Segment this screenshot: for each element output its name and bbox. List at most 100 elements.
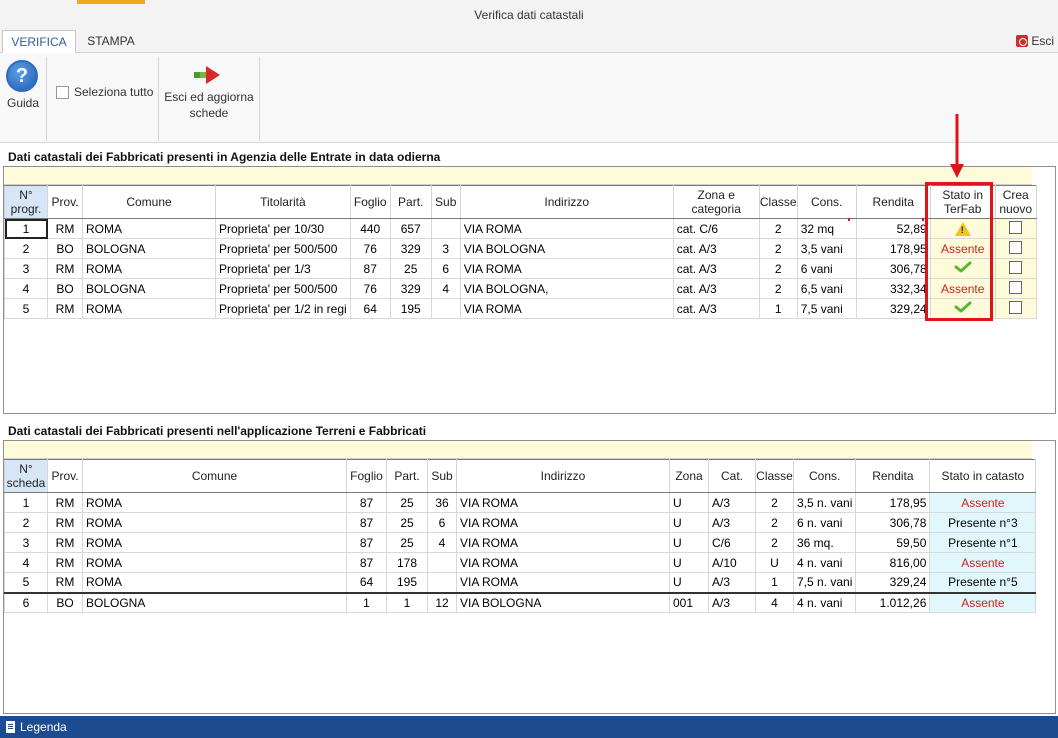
crea-nuovo-checkbox[interactable] bbox=[1009, 300, 1023, 314]
table-cell[interactable]: 1 bbox=[346, 592, 387, 613]
table-cell[interactable]: 3 bbox=[4, 258, 48, 279]
table-row[interactable]: 5 RM ROMA 64 195 VIA ROMA U A/3 1 7,5 n. vani 329,… bbox=[4, 572, 1037, 593]
crea-nuovo-checkbox[interactable] bbox=[1009, 280, 1023, 294]
table-cell[interactable]: 5 bbox=[4, 298, 48, 319]
table-row[interactable]: 5 RM ROMA Proprieta' per 1/2 in regi 64 195 VI… bbox=[4, 298, 1037, 319]
table-cell[interactable]: U bbox=[669, 532, 709, 553]
table-cell[interactable]: 1 bbox=[758, 298, 798, 319]
crea-nuovo-checkbox[interactable] bbox=[1009, 220, 1023, 234]
column-header[interactable]: Foglio bbox=[346, 459, 387, 493]
table-cell[interactable]: RM bbox=[47, 492, 83, 513]
table-cell[interactable]: 1 bbox=[386, 592, 428, 613]
table-cell[interactable]: VIA ROMA bbox=[459, 298, 674, 319]
table-row[interactable]: 1 RM ROMA Proprieta' per 10/30 440 657 VIA ROM… bbox=[4, 218, 1037, 239]
table-cell[interactable]: 2 bbox=[4, 238, 48, 259]
column-header[interactable]: Prov. bbox=[47, 185, 83, 219]
select-all-checkbox[interactable]: Seleziona tutto bbox=[56, 85, 153, 99]
table-cell[interactable]: ROMA bbox=[82, 492, 347, 513]
table-cell[interactable]: 4 bbox=[427, 532, 457, 553]
table-cell[interactable]: Proprieta' per 1/3 bbox=[215, 258, 351, 279]
table-cell[interactable]: VIA BOLOGNA bbox=[459, 238, 674, 259]
tab-verifica[interactable]: VERIFICA bbox=[2, 30, 76, 53]
table-cell[interactable]: ROMA bbox=[82, 532, 347, 553]
table-cell[interactable]: 306,78 bbox=[855, 258, 931, 279]
table-cell[interactable]: ROMA bbox=[82, 512, 347, 533]
table-cell[interactable]: 87 bbox=[346, 532, 387, 553]
table-cell[interactable]: VIA BOLOGNA, bbox=[459, 278, 674, 299]
table-cell[interactable]: A/3 bbox=[708, 592, 756, 613]
table-cell[interactable]: 4 bbox=[4, 552, 48, 573]
table-cell[interactable]: 25 bbox=[386, 512, 428, 533]
table-cell[interactable] bbox=[427, 552, 457, 573]
exit-button[interactable]: Esci bbox=[1016, 34, 1054, 48]
table-cell[interactable]: BO bbox=[47, 592, 83, 613]
crea-nuovo-checkbox[interactable] bbox=[1009, 260, 1023, 274]
table-cell[interactable]: 306,78 bbox=[855, 512, 931, 533]
table-row[interactable]: 2 RM ROMA 87 25 6 VIA ROMA U A/3 2 6 n. vani 306,78… bbox=[4, 512, 1037, 533]
table-cell[interactable]: 3 bbox=[430, 238, 461, 259]
table-cell[interactable]: 6 vani bbox=[796, 258, 857, 279]
table-cell[interactable]: 6 bbox=[4, 592, 48, 613]
table-cell[interactable]: A/3 bbox=[708, 572, 756, 593]
table-row[interactable]: 2 BO BOLOGNA Proprieta' per 500/500 76 329 3 VI… bbox=[4, 238, 1037, 259]
legend-button[interactable]: Legenda bbox=[20, 720, 67, 734]
table-cell[interactable]: 657 bbox=[389, 218, 432, 239]
column-header[interactable]: Cat. bbox=[708, 459, 756, 493]
table-cell[interactable]: BO bbox=[47, 278, 83, 299]
table-row[interactable]: 3 RM ROMA Proprieta' per 1/3 87 25 6 VIA ROMA ca… bbox=[4, 258, 1037, 279]
table-cell[interactable]: 52,89 bbox=[855, 218, 931, 239]
table-cell[interactable]: 6 bbox=[427, 512, 457, 533]
table-cell[interactable]: 64 bbox=[349, 298, 391, 319]
column-header[interactable]: Indirizzo bbox=[456, 459, 670, 493]
column-header[interactable]: Comune bbox=[82, 185, 216, 219]
table-row[interactable]: 1 RM ROMA 87 25 36 VIA ROMA U A/3 2 3,5 n. vani 178… bbox=[4, 492, 1037, 513]
table-cell[interactable]: 25 bbox=[389, 258, 432, 279]
table-cell[interactable]: cat. A/3 bbox=[672, 238, 760, 259]
agenzia-grid[interactable]: N° progr. Prov. Comune Titolarità Foglio Part… bbox=[3, 166, 1056, 414]
table-row[interactable]: 6 BO BOLOGNA 1 1 12 VIA BOLOGNA 001 A/3 4 4 n. van… bbox=[4, 592, 1037, 613]
table-cell[interactable]: U bbox=[669, 572, 709, 593]
table-cell[interactable]: 178,95 bbox=[855, 492, 931, 513]
table-cell[interactable]: VIA ROMA bbox=[456, 532, 670, 553]
table-cell[interactable]: VIA ROMA bbox=[456, 512, 670, 533]
table-cell[interactable]: 36 mq. bbox=[792, 532, 857, 553]
table-cell[interactable]: cat. C/6 bbox=[672, 218, 760, 239]
table-cell[interactable]: 4 bbox=[4, 278, 48, 299]
column-header[interactable]: Part. bbox=[389, 185, 432, 219]
table-cell[interactable]: A/3 bbox=[708, 512, 756, 533]
column-header[interactable]: Prov. bbox=[47, 459, 83, 493]
table-cell[interactable]: ROMA bbox=[82, 552, 347, 573]
table-cell[interactable]: 178 bbox=[386, 552, 428, 573]
table-cell[interactable]: 195 bbox=[389, 298, 432, 319]
table-cell[interactable]: VIA ROMA bbox=[459, 218, 674, 239]
table-cell[interactable]: RM bbox=[47, 552, 83, 573]
table-cell[interactable]: Proprieta' per 1/2 in regi bbox=[215, 298, 351, 319]
table-cell[interactable]: 1 bbox=[4, 492, 48, 513]
help-button[interactable]: ? Guida bbox=[6, 60, 40, 110]
table-cell[interactable]: 59,50 bbox=[855, 532, 931, 553]
table-cell[interactable]: 12 bbox=[427, 592, 457, 613]
table-cell[interactable]: 36 bbox=[427, 492, 457, 513]
column-header[interactable]: Indirizzo bbox=[459, 185, 674, 219]
column-header[interactable]: Comune bbox=[82, 459, 347, 493]
table-cell[interactable]: Proprieta' per 10/30 bbox=[215, 218, 351, 239]
terfab-grid[interactable]: N° scheda Prov. Comune Foglio Part. Sub Indiri… bbox=[3, 440, 1056, 714]
table-cell[interactable]: BOLOGNA bbox=[82, 238, 216, 259]
table-cell[interactable]: 6 bbox=[430, 258, 461, 279]
table-cell[interactable]: 2 bbox=[755, 492, 794, 513]
table-cell[interactable]: 178,95 bbox=[855, 238, 931, 259]
table-cell[interactable]: 3 bbox=[4, 532, 48, 553]
table-cell[interactable]: 3,5 vani bbox=[796, 238, 857, 259]
table-cell[interactable]: VIA BOLOGNA bbox=[456, 592, 670, 613]
table-cell[interactable]: 7,5 n. vani bbox=[792, 572, 857, 593]
table-cell[interactable]: U bbox=[669, 512, 709, 533]
column-header[interactable]: Sub bbox=[427, 459, 457, 493]
column-header[interactable]: Classe bbox=[755, 459, 794, 493]
table-cell[interactable]: 64 bbox=[346, 572, 387, 593]
column-header[interactable]: Cons. bbox=[796, 185, 857, 219]
column-header[interactable]: Part. bbox=[386, 459, 428, 493]
table-cell[interactable]: 2 bbox=[4, 512, 48, 533]
table-cell[interactable]: 87 bbox=[346, 492, 387, 513]
column-header[interactable]: Foglio bbox=[349, 185, 391, 219]
crea-nuovo-checkbox[interactable] bbox=[1009, 240, 1023, 254]
